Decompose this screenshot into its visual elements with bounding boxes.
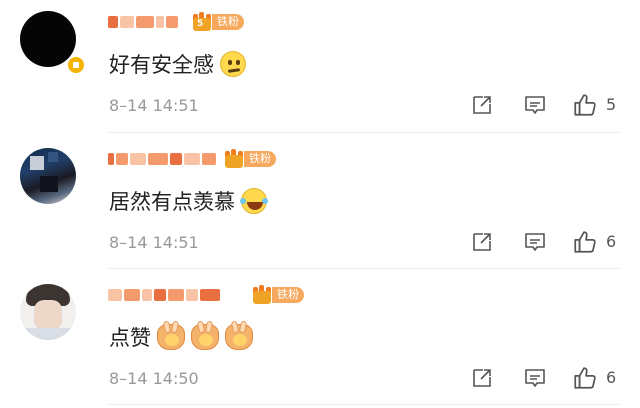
fan-badge[interactable]: 5 铁粉 <box>192 12 244 32</box>
timestamp: 8–14 14:51 <box>109 233 199 252</box>
praying-hands-emoji <box>225 320 253 350</box>
fan-badge-label: 铁粉 <box>212 14 244 30</box>
share-icon <box>473 369 491 387</box>
comment-icon <box>525 369 545 387</box>
comment-text: 点赞 <box>109 320 253 352</box>
thinking-face-emoji <box>220 51 246 77</box>
fan-badge-label: 铁粉 <box>244 151 276 167</box>
like-count: 6 <box>606 232 617 251</box>
comment-icon <box>525 233 545 251</box>
comment-item: 铁粉 居然有点羡慕 8–14 14:51 6 <box>0 137 640 273</box>
reply-button[interactable] <box>523 92 547 118</box>
crown-icon <box>252 285 272 305</box>
comment-icon <box>525 96 545 114</box>
divider <box>108 132 620 133</box>
comment-text-content: 好有安全感 <box>109 53 214 77</box>
fan-badge[interactable]: 铁粉 <box>252 285 304 305</box>
share-button[interactable] <box>470 92 494 118</box>
crown-icon: 5 <box>192 12 212 32</box>
like-button[interactable] <box>572 92 598 118</box>
thumbs-up-icon <box>574 367 596 389</box>
avatar[interactable] <box>20 148 76 204</box>
reply-button[interactable] <box>523 365 547 391</box>
verified-badge-icon <box>66 55 86 75</box>
praying-hands-emoji <box>191 320 219 350</box>
comment-text-content: 点赞 <box>109 326 151 350</box>
timestamp: 8–14 14:50 <box>109 369 199 388</box>
comment-text-content: 居然有点羡慕 <box>109 190 235 214</box>
fan-level: 5 <box>197 19 204 29</box>
share-button[interactable] <box>470 365 494 391</box>
thumbs-up-icon <box>574 231 596 253</box>
reply-button[interactable] <box>523 229 547 255</box>
divider <box>108 268 620 269</box>
like-button[interactable] <box>572 365 598 391</box>
fan-badge[interactable]: 铁粉 <box>224 149 276 169</box>
username-blurred[interactable] <box>108 150 216 168</box>
timestamp: 8–14 14:51 <box>109 96 199 115</box>
crown-icon <box>224 149 244 169</box>
share-button[interactable] <box>470 229 494 255</box>
tears-of-joy-emoji <box>240 188 268 214</box>
share-icon <box>473 96 491 114</box>
comment-text: 好有安全感 <box>109 49 246 79</box>
like-count: 5 <box>606 95 617 114</box>
like-count: 6 <box>606 368 617 387</box>
praying-hands-emoji <box>157 320 185 350</box>
comment-text: 居然有点羡慕 <box>109 186 268 216</box>
comment-item: 铁粉 点赞 8–14 14:50 6 <box>0 273 640 408</box>
comment-item: 5 铁粉 好有安全感 8–14 14:51 5 <box>0 0 640 136</box>
username-blurred[interactable] <box>108 286 220 304</box>
thumbs-up-icon <box>574 94 596 116</box>
avatar[interactable] <box>20 284 76 340</box>
username-blurred[interactable] <box>108 13 178 31</box>
like-button[interactable] <box>572 229 598 255</box>
share-icon <box>473 233 491 251</box>
divider <box>108 404 620 405</box>
fan-badge-label: 铁粉 <box>272 287 304 303</box>
